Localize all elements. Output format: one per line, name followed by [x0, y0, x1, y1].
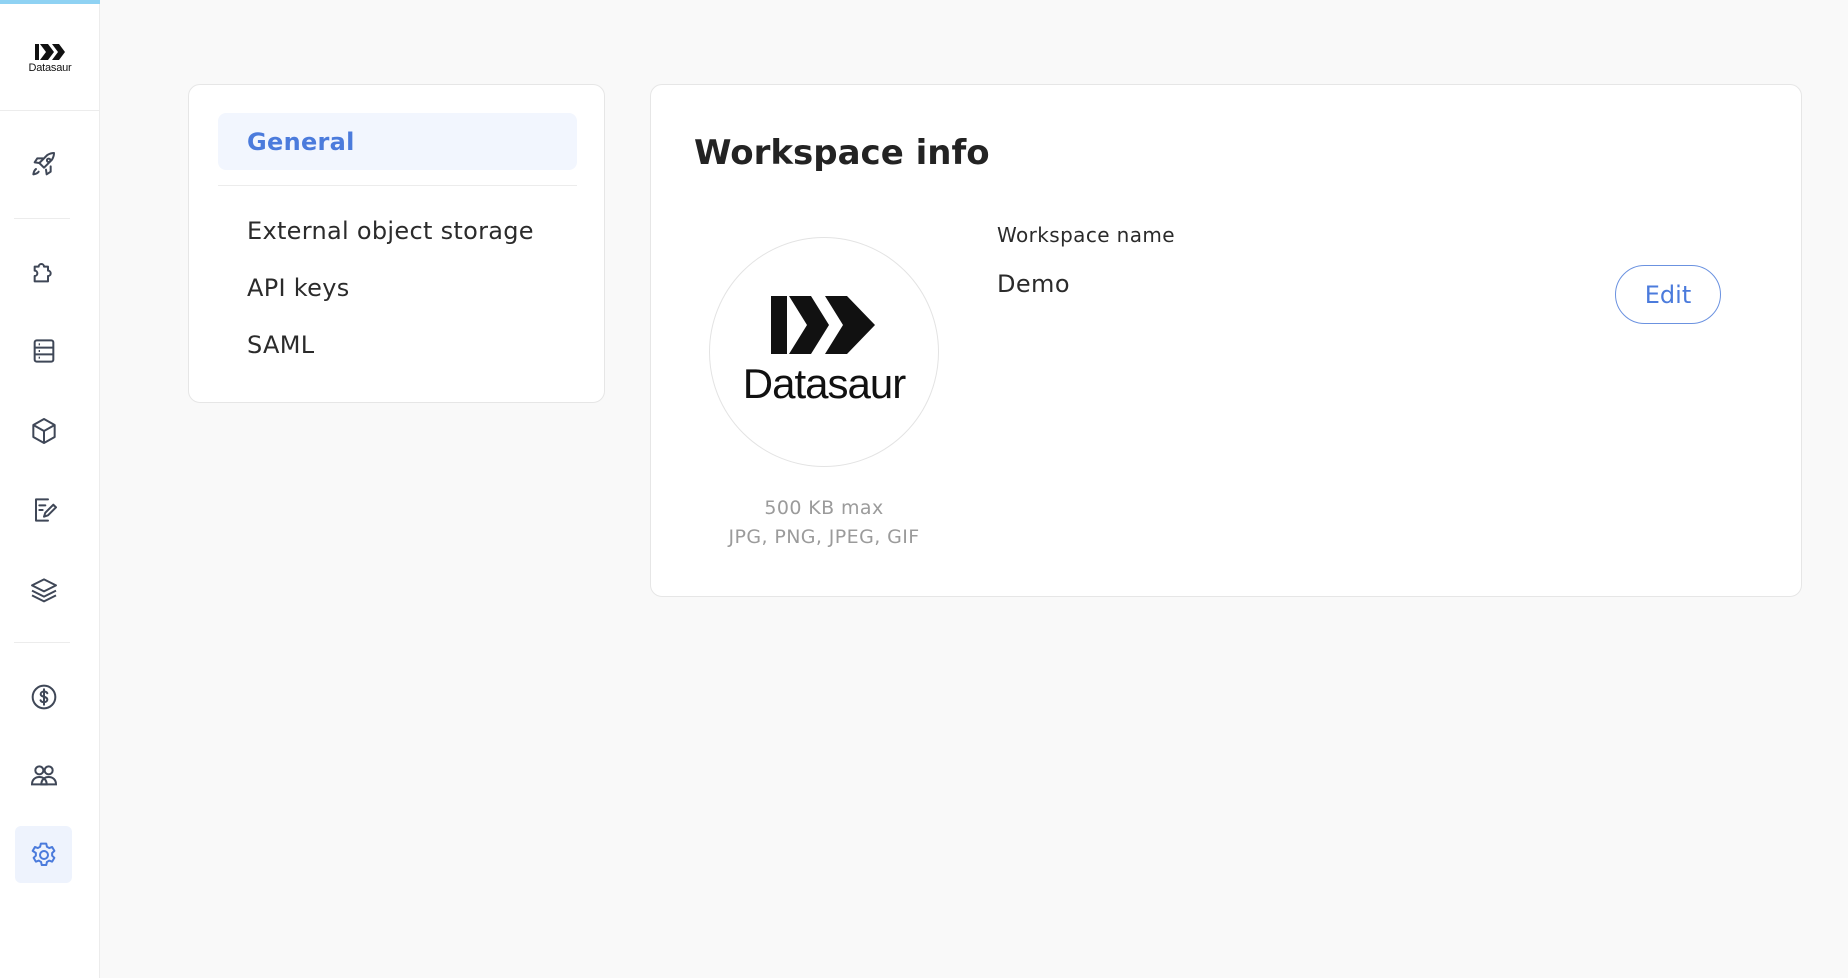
edit-button[interactable]: Edit [1615, 265, 1721, 324]
nav-extensions[interactable] [15, 243, 72, 300]
rail-divider [0, 110, 100, 111]
datasaur-logo-icon [771, 296, 875, 354]
upload-size-hint: 500 KB max [764, 497, 884, 519]
menu-item-label: General [247, 127, 355, 156]
document-edit-icon [34, 497, 57, 522]
menu-item-general[interactable]: General [218, 113, 577, 170]
datasaur-logo[interactable]: Datasaur [0, 44, 100, 84]
datasaur-logo-icon [35, 44, 65, 60]
menu-item-label: External object storage [247, 216, 534, 245]
nav-billing[interactable] [15, 668, 72, 725]
nav-datasets[interactable] [15, 322, 72, 379]
app: Datasaur General External object storage… [0, 0, 1848, 978]
top-accent-bar [0, 0, 100, 4]
database-icon [33, 338, 54, 363]
rail-divider [14, 218, 70, 219]
users-icon [30, 764, 57, 785]
dollar-icon [31, 684, 56, 709]
menu-item-api-keys[interactable]: API keys [218, 259, 577, 316]
workspace-logo-text: Datasaur [742, 360, 906, 407]
sidebar: Datasaur [0, 0, 100, 978]
nav-projects[interactable] [15, 481, 72, 538]
nav-members[interactable] [15, 746, 72, 803]
menu-item-saml[interactable]: SAML [218, 316, 577, 373]
workspace-logo-upload[interactable]: Datasaur [709, 237, 939, 467]
workspace-info-card: Workspace info Datasaur 500 KB max JPG, … [650, 84, 1802, 597]
menu-item-label: API keys [247, 273, 350, 302]
nav-models[interactable] [15, 402, 72, 459]
workspace-name-value: Demo [997, 270, 1070, 298]
workspace-name-label: Workspace name [997, 223, 1175, 247]
cube-icon [31, 417, 56, 444]
layers-icon [30, 577, 57, 602]
page-title: Workspace info [694, 133, 990, 173]
logo-text: Datasaur [28, 62, 72, 74]
puzzle-icon [33, 262, 52, 282]
nav-layers[interactable] [15, 561, 72, 618]
rocket-icon [31, 151, 55, 175]
nav-launch[interactable] [15, 136, 72, 193]
rail-divider [14, 642, 70, 643]
gear-icon [31, 842, 55, 866]
menu-item-label: SAML [247, 330, 315, 359]
settings-menu: General External object storage API keys… [188, 84, 605, 403]
upload-format-hint: JPG, PNG, JPEG, GIF [728, 526, 920, 548]
menu-divider [218, 185, 577, 186]
menu-item-external-object-storage[interactable]: External object storage [218, 202, 577, 259]
nav-settings[interactable] [15, 826, 72, 883]
